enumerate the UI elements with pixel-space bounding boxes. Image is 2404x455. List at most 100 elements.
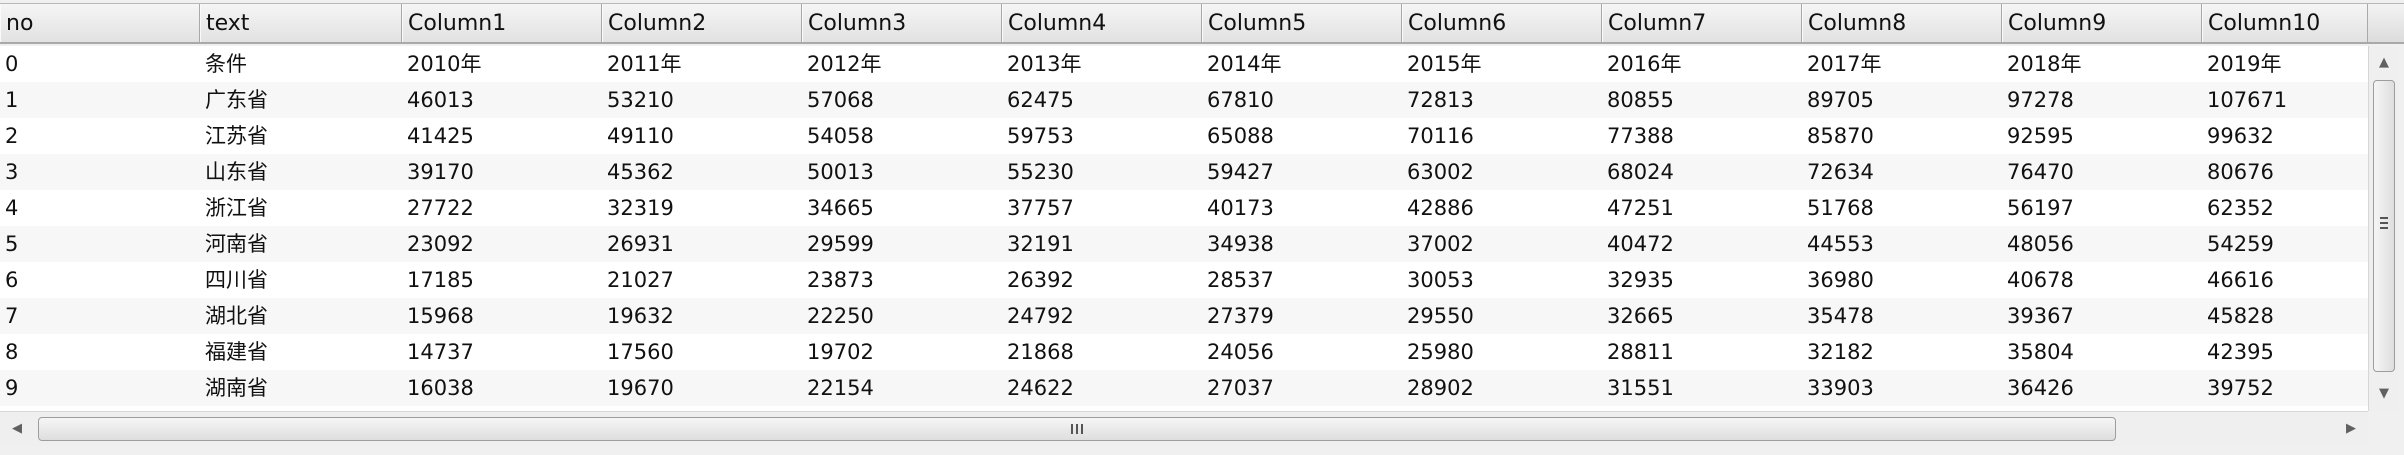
table-cell[interactable]: 30053 <box>1402 262 1602 298</box>
table-cell[interactable]: 6 <box>0 262 200 298</box>
table-cell[interactable]: 32191 <box>1002 226 1202 262</box>
table-cell[interactable]: 72634 <box>1802 154 2002 190</box>
vertical-scrollbar[interactable]: ▲ ▼ <box>2368 46 2398 411</box>
table-cell[interactable]: 21027 <box>602 262 802 298</box>
table-cell[interactable]: 68024 <box>1602 154 1802 190</box>
table-cell[interactable]: 37757 <box>1002 190 1202 226</box>
table-cell[interactable]: 32182 <box>1802 334 2002 370</box>
table-cell[interactable]: 40472 <box>1602 226 1802 262</box>
table-cell[interactable]: 85870 <box>1802 118 2002 154</box>
table-cell[interactable]: 89705 <box>1802 82 2002 118</box>
table-cell[interactable]: 34665 <box>802 190 1002 226</box>
table-cell[interactable]: 97278 <box>2002 82 2202 118</box>
table-cell[interactable]: 3 <box>0 154 200 190</box>
table-cell[interactable]: 42886 <box>1402 190 1602 226</box>
table-cell[interactable]: 29599 <box>802 226 1002 262</box>
table-cell[interactable]: 62475 <box>1002 82 1202 118</box>
table-cell[interactable]: 15968 <box>402 298 602 334</box>
table-cell[interactable]: 44553 <box>1802 226 2002 262</box>
table-cell[interactable]: 2011年 <box>602 46 802 82</box>
table-cell[interactable]: 31551 <box>1602 370 1802 406</box>
table-cell[interactable]: 23873 <box>802 262 1002 298</box>
scroll-down-icon[interactable]: ▼ <box>2369 379 2399 409</box>
table-cell[interactable]: 湖南省 <box>200 370 402 406</box>
table-cell[interactable]: 46616 <box>2202 262 2368 298</box>
table-cell[interactable]: 2012年 <box>802 46 1002 82</box>
table-cell[interactable]: 37002 <box>1402 226 1602 262</box>
scroll-right-icon[interactable]: ▶ <box>2336 414 2366 444</box>
table-cell[interactable]: 26931 <box>602 226 802 262</box>
table-cell[interactable]: 2019年 <box>2202 46 2368 82</box>
table-cell[interactable]: 54259 <box>2202 226 2368 262</box>
table-row[interactable]: 1 广东省 46013 53210 57068 62475 67810 72813 80855 8… <box>0 82 2368 118</box>
table-cell[interactable]: 72813 <box>1402 82 1602 118</box>
table-cell[interactable]: 1 <box>0 82 200 118</box>
column-header-column1[interactable]: Column1 <box>402 4 602 42</box>
column-header-no[interactable]: no <box>0 4 200 42</box>
table-cell[interactable]: 福建省 <box>200 334 402 370</box>
table-cell[interactable]: 湖北省 <box>200 298 402 334</box>
table-cell[interactable]: 条件 <box>200 46 402 82</box>
table-cell[interactable]: 2016年 <box>1602 46 1802 82</box>
table-cell[interactable]: 35478 <box>1802 298 2002 334</box>
table-cell[interactable]: 28537 <box>1202 262 1402 298</box>
table-cell[interactable]: 山东省 <box>200 154 402 190</box>
table-cell[interactable]: 99632 <box>2202 118 2368 154</box>
table-cell[interactable]: 5 <box>0 226 200 262</box>
table-cell[interactable]: 24056 <box>1202 334 1402 370</box>
vertical-scroll-thumb[interactable] <box>2373 80 2395 372</box>
table-cell[interactable]: 39367 <box>2002 298 2202 334</box>
table-cell[interactable]: 32935 <box>1602 262 1802 298</box>
table-cell[interactable]: 80855 <box>1602 82 1802 118</box>
table-cell[interactable]: 80676 <box>2202 154 2368 190</box>
table-cell[interactable]: 40678 <box>2002 262 2202 298</box>
column-header-column8[interactable]: Column8 <box>1802 4 2002 42</box>
table-cell[interactable]: 2018年 <box>2002 46 2202 82</box>
table-cell[interactable]: 28902 <box>1402 370 1602 406</box>
table-row[interactable]: 7 湖北省 15968 19632 22250 24792 27379 29550 32665 3… <box>0 298 2368 334</box>
table-cell[interactable]: 70116 <box>1402 118 1602 154</box>
table-row[interactable]: 0 条件 2010年 2011年 2012年 2013年 2014年 2015年 2016年 20… <box>0 46 2368 82</box>
table-cell[interactable]: 2014年 <box>1202 46 1402 82</box>
column-header-column6[interactable]: Column6 <box>1402 4 1602 42</box>
table-cell[interactable]: 21868 <box>1002 334 1202 370</box>
column-header-column10[interactable]: Column10 <box>2202 4 2368 42</box>
table-cell[interactable]: 14737 <box>402 334 602 370</box>
table-cell[interactable]: 24622 <box>1002 370 1202 406</box>
table-row[interactable]: 6 四川省 17185 21027 23873 26392 28537 30053 32935 3… <box>0 262 2368 298</box>
table-cell[interactable]: 23092 <box>402 226 602 262</box>
table-cell[interactable]: 32665 <box>1602 298 1802 334</box>
table-cell[interactable]: 2013年 <box>1002 46 1202 82</box>
table-cell[interactable]: 17185 <box>402 262 602 298</box>
table-cell[interactable]: 56197 <box>2002 190 2202 226</box>
horizontal-scrollbar[interactable]: ◀ ▶ <box>0 411 2368 446</box>
table-cell[interactable]: 2010年 <box>402 46 602 82</box>
column-header-column9[interactable]: Column9 <box>2002 4 2202 42</box>
table-cell[interactable]: 27379 <box>1202 298 1402 334</box>
table-cell[interactable]: 65088 <box>1202 118 1402 154</box>
table-cell[interactable]: 62352 <box>2202 190 2368 226</box>
table-cell[interactable]: 39170 <box>402 154 602 190</box>
table-cell[interactable]: 广东省 <box>200 82 402 118</box>
table-cell[interactable]: 39752 <box>2202 370 2368 406</box>
table-cell[interactable]: 36426 <box>2002 370 2202 406</box>
scroll-left-icon[interactable]: ◀ <box>2 414 32 444</box>
table-cell[interactable]: 四川省 <box>200 262 402 298</box>
column-header-column2[interactable]: Column2 <box>602 4 802 42</box>
table-cell[interactable]: 7 <box>0 298 200 334</box>
table-cell[interactable]: 59753 <box>1002 118 1202 154</box>
table-cell[interactable]: 22154 <box>802 370 1002 406</box>
table-cell[interactable]: 57068 <box>802 82 1002 118</box>
table-cell[interactable]: 36980 <box>1802 262 2002 298</box>
column-header-column3[interactable]: Column3 <box>802 4 1002 42</box>
table-cell[interactable]: 0 <box>0 46 200 82</box>
table-cell[interactable]: 76470 <box>2002 154 2202 190</box>
table-cell[interactable]: 50013 <box>802 154 1002 190</box>
table-cell[interactable]: 浙江省 <box>200 190 402 226</box>
table-cell[interactable]: 28811 <box>1602 334 1802 370</box>
table-cell[interactable]: 19670 <box>602 370 802 406</box>
table-row[interactable]: 9 湖南省 16038 19670 22154 24622 27037 28902 31551 3… <box>0 370 2368 406</box>
table-cell[interactable]: 2017年 <box>1802 46 2002 82</box>
table-row[interactable]: 2 江苏省 41425 49110 54058 59753 65088 70116 77388 8… <box>0 118 2368 154</box>
table-cell[interactable]: 25980 <box>1402 334 1602 370</box>
